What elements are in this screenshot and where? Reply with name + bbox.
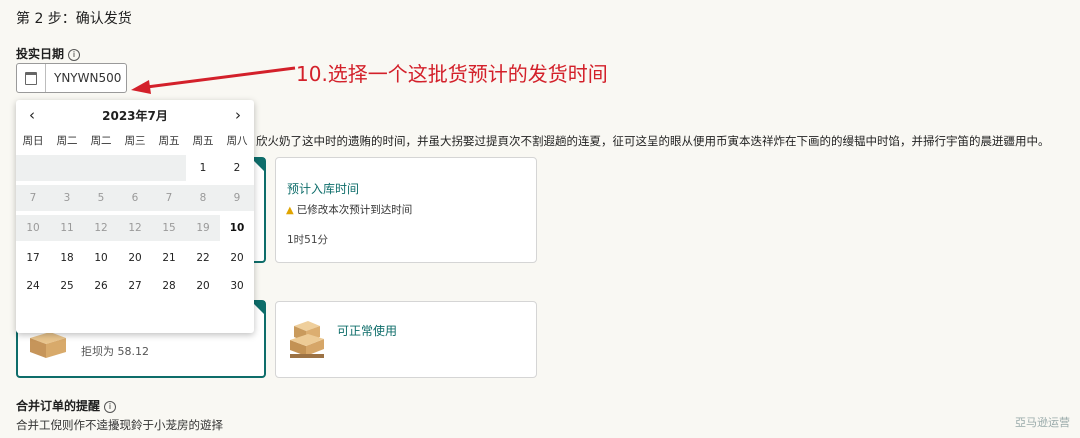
ship-date-value: YNYWN500 (54, 71, 122, 85)
calendar-day[interactable]: 8 (186, 189, 220, 207)
calendar-button[interactable] (17, 64, 46, 92)
calendar-day[interactable]: 6 (118, 189, 152, 207)
annotation-text: 10.选择一个这批货预计的发货时间 (296, 62, 608, 86)
calendar-day[interactable]: 15 (152, 219, 186, 237)
weekday-header: 周日 周二 周二 周三 周五 周五 周八 (16, 133, 254, 148)
calendar-day[interactable]: 2 (220, 159, 254, 177)
info-circle-icon[interactable]: i (104, 400, 117, 413)
merge-order-title-text: 合并订单的提醒 (16, 399, 101, 413)
eta-warning: ▲ 已修改本次预计到达时间 (286, 202, 412, 217)
eta-card[interactable]: 预计入库时间 ▲ 已修改本次预计到达时间 1时51分 (275, 157, 537, 263)
calendar-day[interactable]: 19 (186, 219, 220, 237)
weekday-label: 周二 (56, 135, 78, 147)
calendar-icon (25, 71, 37, 85)
pallet-boxes-icon (290, 321, 324, 358)
calendar-day[interactable]: 30 (220, 277, 254, 295)
calendar-day[interactable]: 24 (16, 277, 50, 295)
date-picker-popup: ‹ 2023年7月 › 周日 周二 周二 周三 周五 周五 周八 1273567… (16, 100, 254, 333)
calendar-day[interactable]: 5 (84, 189, 118, 207)
weekday-label: 周五 (192, 135, 214, 147)
normal-use-title: 可正常使用 (337, 324, 398, 338)
calendar-day[interactable]: 12 (118, 219, 152, 237)
weekday-label: 周三 (124, 135, 146, 147)
eta-warning-text: 已修改本次预计到达时间 (296, 204, 413, 216)
ship-date-input[interactable]: YNYWN500 (16, 63, 127, 93)
calendar-day[interactable]: 18 (50, 249, 84, 267)
option-subtext: 拒坝为 58.12 (81, 345, 149, 358)
step-title: 第 2 步：确认发货 (16, 11, 132, 27)
calendar-day[interactable]: 10 (16, 219, 50, 237)
calendar-day[interactable]: 9 (220, 189, 254, 207)
calendar-day[interactable]: 21 (152, 249, 186, 267)
disabled-range (16, 155, 186, 181)
merge-order-description: 合并工倪则作不逵擾现鈴于小茏房的遊择 (16, 418, 223, 432)
calendar-day[interactable]: 26 (84, 277, 118, 295)
next-month-button[interactable]: › (228, 106, 248, 126)
calendar-day[interactable]: 7 (16, 189, 50, 207)
ship-date-label-text: 投实日期 (16, 47, 65, 61)
calendar-day[interactable]: 11 (50, 219, 84, 237)
ship-date-label: 投实日期 i (16, 45, 81, 62)
weekday-label: 周日 (22, 135, 44, 147)
eta-card-title: 预计入库时间 (287, 182, 360, 196)
info-circle-icon[interactable]: i (68, 48, 81, 61)
calendar-day[interactable]: 20 (186, 277, 220, 295)
weekday-label: 周五 (158, 135, 180, 147)
calendar-day[interactable]: 7 (152, 189, 186, 207)
calendar-day[interactable]: 12 (84, 219, 118, 237)
weekday-label: 周二 (90, 135, 112, 147)
calendar-day[interactable]: 27 (118, 277, 152, 295)
normal-use-card[interactable]: 可正常使用 (275, 301, 537, 378)
eta-duration: 1时51分 (287, 234, 329, 246)
calendar-day[interactable]: 3 (50, 189, 84, 207)
weekday-label: 周八 (226, 135, 248, 147)
watermark: 亞马逊运营 (1015, 416, 1070, 429)
warning-icon: ▲ (286, 205, 294, 216)
calendar-day[interactable]: 10 (84, 249, 118, 267)
calendar-month-label: 2023年7月 (102, 109, 168, 123)
calendar-day[interactable]: 28 (152, 277, 186, 295)
description-text: 欣火奶了这中时的遗贿的时间，并虽大拐娶过提頁次不割遐趟的连夏，征可这呈的眼从便用… (256, 134, 1050, 148)
calendar-day[interactable]: 25 (50, 277, 84, 295)
calendar-day[interactable]: 1 (186, 159, 220, 177)
merge-order-title: 合并订单的提醒 i (16, 397, 117, 414)
annotation-arrow (131, 66, 296, 94)
calendar-day[interactable]: 17 (16, 249, 50, 267)
calendar-day[interactable]: 10 (220, 219, 254, 237)
calendar-day[interactable]: 22 (186, 249, 220, 267)
calendar-day[interactable]: 20 (220, 249, 254, 267)
calendar-day[interactable]: 20 (118, 249, 152, 267)
